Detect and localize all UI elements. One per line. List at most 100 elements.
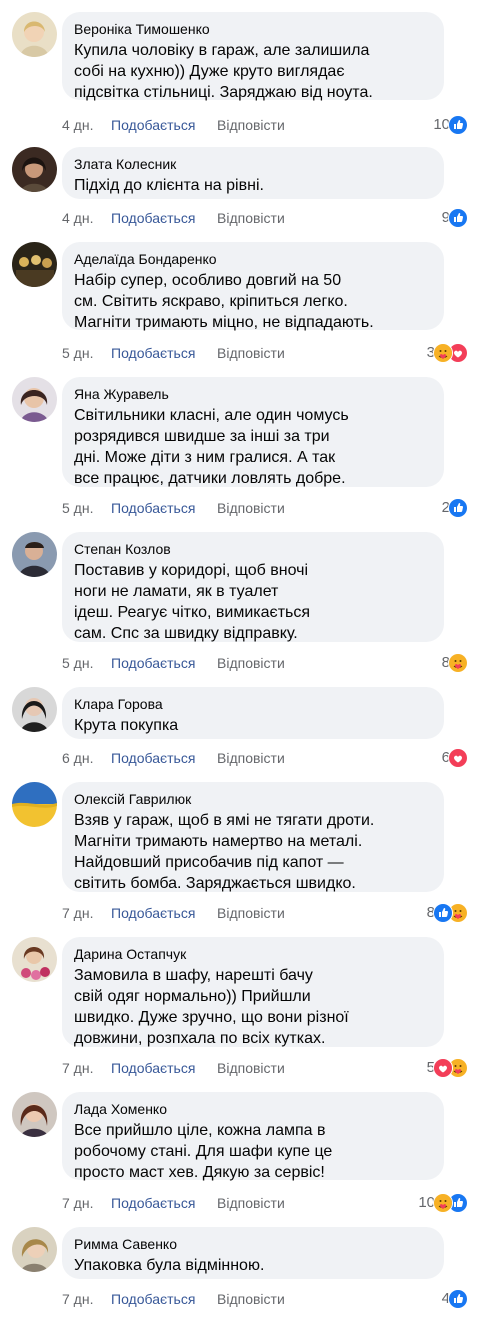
avatar[interactable] (12, 1092, 57, 1137)
comment-time[interactable]: 7 дн. (62, 1193, 93, 1213)
comment-time[interactable]: 5 дн. (62, 343, 93, 363)
reply-button[interactable]: Відповісти (217, 1058, 285, 1078)
reactions-summary[interactable]: 4 (442, 1289, 468, 1309)
reply-button[interactable]: Відповісти (217, 115, 285, 135)
love-icon (433, 1058, 453, 1078)
like-button[interactable]: Подобається (111, 115, 195, 135)
comment-actions: 5 дн. Подобається Відповісти 8 (62, 653, 472, 673)
comment-actions: 7 дн. Подобається Відповісти 8 (62, 903, 472, 923)
reactions-summary[interactable]: 8 (442, 653, 468, 673)
comment-actions: 4 дн. Подобається Відповісти 10 (62, 115, 472, 135)
comment-text: Поставив у коридорі, щоб вночі ноги не л… (74, 562, 311, 642)
comment-bubble: Дарина Остапчук Замовила в шафу, нарешті… (62, 937, 444, 1047)
like-button[interactable]: Подобається (111, 1289, 195, 1309)
reactions-summary[interactable]: 3 (427, 343, 468, 363)
avatar[interactable] (12, 1227, 57, 1272)
comment-actions: 4 дн. Подобається Відповісти 9 (62, 208, 472, 228)
comment-text: Світильники класні, але один чомусь розр… (74, 407, 349, 487)
comment-text: Все прийшло ціле, кожна лампа в робочому… (74, 1122, 333, 1181)
comment-actions: 5 дн. Подобається Відповісти 3 (62, 343, 472, 363)
reactions-summary[interactable]: 5 (427, 1058, 468, 1078)
comment-text: Набір супер, особливо довгий на 50 см. С… (74, 272, 374, 331)
like-button[interactable]: Подобається (111, 903, 195, 923)
comment-time[interactable]: 6 дн. (62, 748, 93, 768)
comment-text: Упаковка була відмінною. (74, 1257, 265, 1274)
comment-author[interactable]: Аделаїда Бондаренко (74, 250, 432, 268)
comment-actions: 6 дн. Подобається Відповісти 6 (62, 748, 472, 768)
comment-time[interactable]: 7 дн. (62, 1289, 93, 1309)
comment-bubble: Лада Хоменко Все прийшло ціле, кожна лам… (62, 1092, 444, 1181)
reply-button[interactable]: Відповісти (217, 653, 285, 673)
comment-text: Крута покупка (74, 717, 179, 734)
comment-bubble: Олексій Гаврилюк Взяв у гараж, щоб в ямі… (62, 782, 444, 892)
comment-actions: 5 дн. Подобається Відповісти 2 (62, 498, 472, 518)
comment-bubble: Римма Савенко Упаковка була відмінною. (62, 1227, 444, 1279)
comment-bubble: Злата Колесник Підхід до клієнта на рівн… (62, 147, 444, 199)
comment-time[interactable]: 5 дн. (62, 653, 93, 673)
comment-author[interactable]: Римма Савенко (74, 1235, 432, 1253)
avatar[interactable] (12, 12, 57, 57)
avatar[interactable] (12, 937, 57, 982)
comment-author[interactable]: Олексій Гаврилюк (74, 790, 432, 808)
comment-actions: 7 дн. Подобається Відповісти 5 (62, 1058, 472, 1078)
comment-time[interactable]: 5 дн. (62, 498, 93, 518)
like-icon (448, 1289, 468, 1309)
avatar[interactable] (12, 687, 57, 732)
comment-time[interactable]: 4 дн. (62, 115, 93, 135)
comment-author[interactable]: Степан Козлов (74, 540, 432, 558)
love-icon (448, 748, 468, 768)
comment-author[interactable]: Клара Горова (74, 695, 432, 713)
comment-text: Купила чоловіку в гараж, але залишила со… (74, 42, 373, 101)
avatar[interactable] (12, 242, 57, 287)
like-icon (433, 903, 453, 923)
like-button[interactable]: Подобається (111, 208, 195, 228)
comment-time[interactable]: 7 дн. (62, 903, 93, 923)
comment-author[interactable]: Яна Журавель (74, 385, 432, 403)
care-icon (433, 1193, 453, 1213)
like-icon (448, 498, 468, 518)
avatar[interactable] (12, 377, 57, 422)
comment-actions: 7 дн. Подобається Відповісти 4 (62, 1289, 472, 1309)
reply-button[interactable]: Відповісти (217, 498, 285, 518)
like-button[interactable]: Подобається (111, 498, 195, 518)
avatar[interactable] (12, 147, 57, 192)
care-icon (433, 343, 453, 363)
reply-button[interactable]: Відповісти (217, 1289, 285, 1309)
comment-author[interactable]: Дарина Остапчук (74, 945, 432, 963)
like-button[interactable]: Подобається (111, 343, 195, 363)
reactions-summary[interactable]: 2 (442, 498, 468, 518)
like-button[interactable]: Подобається (111, 1058, 195, 1078)
comment-text: Підхід до клієнта на рівні. (74, 177, 264, 194)
comment-actions: 7 дн. Подобається Відповісти 10 (62, 1193, 472, 1213)
reactions-summary[interactable]: 10 (433, 115, 468, 135)
comment-time[interactable]: 7 дн. (62, 1058, 93, 1078)
care-icon (448, 653, 468, 673)
comment-text: Взяв у гараж, щоб в ямі не тягати дроти.… (74, 812, 375, 892)
comment-author[interactable]: Злата Колесник (74, 155, 432, 173)
like-icon (448, 115, 468, 135)
comment-bubble: Вероніка Тимошенко Купила чоловіку в гар… (62, 12, 444, 101)
avatar[interactable] (12, 532, 57, 577)
comment-bubble: Клара Горова Крута покупка (62, 687, 444, 739)
reply-button[interactable]: Відповісти (217, 903, 285, 923)
reactions-summary[interactable]: 6 (442, 748, 468, 768)
comment-bubble: Аделаїда Бондаренко Набір супер, особлив… (62, 242, 444, 331)
comment-text: Замовила в шафу, нарешті бачу свій одяг … (74, 967, 349, 1047)
reply-button[interactable]: Відповісти (217, 343, 285, 363)
reactions-summary[interactable]: 8 (427, 903, 468, 923)
like-button[interactable]: Подобається (111, 653, 195, 673)
avatar[interactable] (12, 782, 57, 827)
comment-bubble: Степан Козлов Поставив у коридорі, щоб в… (62, 532, 444, 642)
like-button[interactable]: Подобається (111, 1193, 195, 1213)
reactions-summary[interactable]: 10 (418, 1193, 468, 1213)
comment-author[interactable]: Вероніка Тимошенко (74, 20, 432, 38)
like-button[interactable]: Подобається (111, 748, 195, 768)
like-icon (448, 208, 468, 228)
comment-author[interactable]: Лада Хоменко (74, 1100, 432, 1118)
reactions-summary[interactable]: 9 (442, 208, 468, 228)
reply-button[interactable]: Відповісти (217, 208, 285, 228)
reply-button[interactable]: Відповісти (217, 748, 285, 768)
reply-button[interactable]: Відповісти (217, 1193, 285, 1213)
comment-bubble: Яна Журавель Світильники класні, але оди… (62, 377, 444, 487)
comment-time[interactable]: 4 дн. (62, 208, 93, 228)
